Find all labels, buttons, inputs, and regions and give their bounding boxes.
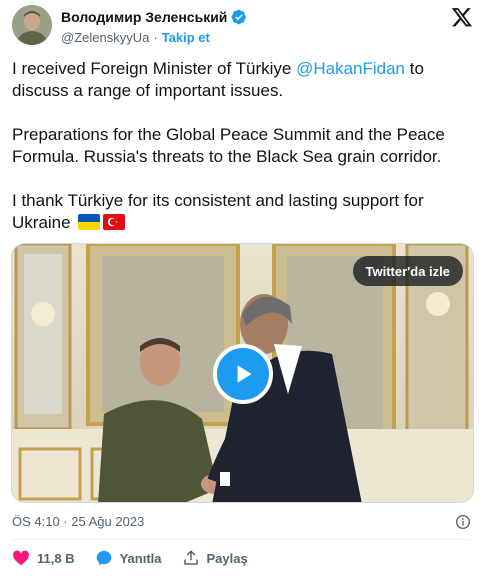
timestamp[interactable]: ÖS 4:10 · 25 Ağu 2023 <box>12 514 144 529</box>
tweet-paragraph-2: Preparations for the Global Peace Summit… <box>12 125 445 166</box>
play-icon <box>237 365 252 383</box>
reply-label: Yanıtla <box>119 550 162 566</box>
reply-button[interactable]: Yanıtla <box>95 549 162 567</box>
like-button[interactable]: 11,8 B <box>12 549 75 567</box>
info-icon[interactable] <box>455 514 471 530</box>
divider <box>12 539 471 540</box>
reply-bubble-icon <box>96 550 111 566</box>
play-button[interactable] <box>213 344 273 404</box>
tweet-text-3: I thank Türkiye for its consistent and l… <box>12 191 424 232</box>
handle[interactable]: @ZelenskyyUa <box>61 30 149 45</box>
tweet-text: I received Foreign Minister of Türkiye @… <box>12 58 472 256</box>
share-button[interactable]: Paylaş <box>182 549 248 567</box>
watch-on-twitter-button[interactable]: Twitter'da izle <box>352 256 463 286</box>
share-label: Paylaş <box>206 550 248 566</box>
separator-dot: · <box>153 30 158 45</box>
like-count: 11,8 B <box>37 550 75 566</box>
share-icon <box>183 550 198 565</box>
follow-button[interactable]: Takip et <box>162 30 210 45</box>
tweet-paragraph-1: I received Foreign Minister of Türkiye @… <box>12 58 472 102</box>
verified-badge-icon <box>231 9 247 25</box>
handle-row: @ZelenskyyUa · Takip et <box>61 30 210 45</box>
name-row: Володимир Зеленський <box>61 9 247 25</box>
display-name[interactable]: Володимир Зеленський <box>61 9 227 25</box>
x-logo-icon[interactable] <box>451 6 473 28</box>
tweet-paragraph-3: I thank Türkiye for its consistent and l… <box>12 190 472 234</box>
tweet-text-1a: I received Foreign Minister of Türkiye <box>12 59 297 78</box>
action-bar: 11,8 B Yanıtla Paylaş <box>12 549 268 567</box>
ukraine-flag-icon <box>78 214 101 230</box>
avatar[interactable] <box>12 5 52 45</box>
heart-icon <box>13 550 29 566</box>
mention-link[interactable]: @HakanFidan <box>296 59 405 78</box>
video-player[interactable]: Twitter'da izle <box>11 243 474 503</box>
turkey-flag-icon <box>103 214 126 230</box>
tweet-embed-card: Володимир Зеленський @ZelenskyyUa · Taki… <box>0 0 483 576</box>
